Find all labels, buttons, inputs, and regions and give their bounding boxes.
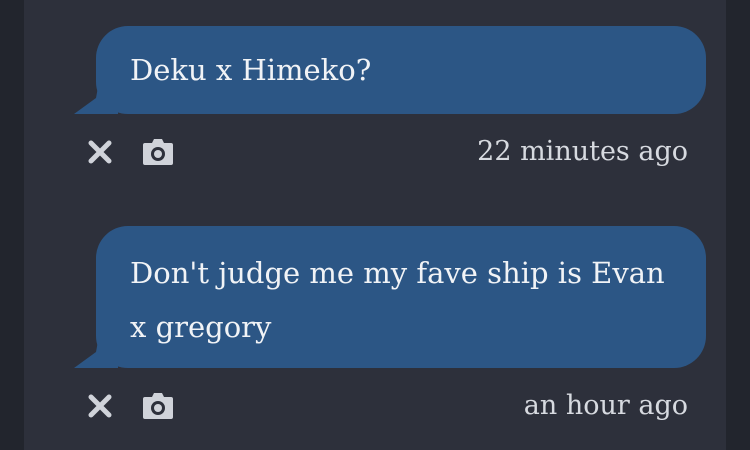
message-bubble[interactable]: Don't judge me my fave ship is Evan x gr… bbox=[96, 226, 706, 368]
message-actions: an hour ago bbox=[82, 388, 688, 428]
timestamp: 22 minutes ago bbox=[477, 136, 688, 167]
message-actions: 22 minutes ago bbox=[82, 134, 688, 174]
message-text: Don't judge me my fave ship is Evan x gr… bbox=[130, 256, 665, 344]
message-text: Deku x Himeko? bbox=[130, 53, 372, 87]
timestamp: an hour ago bbox=[523, 390, 688, 421]
close-icon[interactable] bbox=[82, 388, 118, 424]
message-feed: Deku x Himeko? 22 minutes ago Don't judg… bbox=[24, 0, 726, 450]
camera-icon[interactable] bbox=[140, 134, 176, 170]
close-icon[interactable] bbox=[82, 134, 118, 170]
camera-icon[interactable] bbox=[140, 388, 176, 424]
message-bubble[interactable]: Deku x Himeko? bbox=[96, 26, 706, 114]
